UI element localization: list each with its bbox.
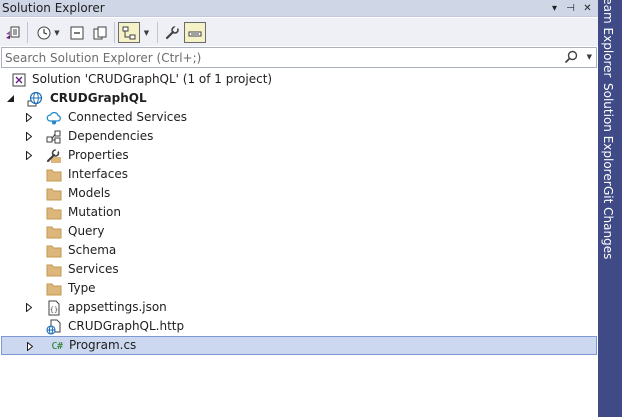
pending-changes-filter-button[interactable]: ▼: [33, 22, 63, 43]
tree-node-folder-query[interactable]: Query: [0, 222, 598, 241]
tree-node-label: Program.cs: [69, 338, 137, 352]
folder-icon: [46, 262, 62, 278]
folder-icon: [46, 224, 62, 240]
properties-button[interactable]: [162, 22, 182, 43]
tab-git-changes[interactable]: Git Changes: [601, 186, 615, 259]
solution-icon: [11, 72, 27, 88]
solution-explorer-panel: Solution Explorer ▾ ⊣ ✕ ▼ ▼ Search Solut…: [0, 0, 598, 417]
tree-node-dependencies[interactable]: Dependencies: [0, 127, 598, 146]
tree-node-appsettings[interactable]: {} appsettings.json: [0, 298, 598, 317]
wrench-icon: [46, 148, 62, 164]
folder-icon: [46, 205, 62, 221]
tab-solution-explorer[interactable]: Solution Explorer: [601, 83, 615, 186]
toolbar-separator: [157, 22, 158, 43]
tree-node-solution[interactable]: Solution 'CRUDGraphQL' (1 of 1 project): [0, 70, 598, 89]
tree-node-label: Interfaces: [68, 167, 128, 181]
tree-node-folder-schema[interactable]: Schema: [0, 241, 598, 260]
toolbar: ▼ ▼: [0, 18, 598, 46]
web-project-icon: [27, 91, 43, 107]
search-icon[interactable]: [564, 50, 578, 64]
tree-node-label: appsettings.json: [68, 300, 167, 314]
tree-node-folder-models[interactable]: Models: [0, 184, 598, 203]
folder-icon: [46, 186, 62, 202]
tree-node-label: Dependencies: [68, 129, 154, 143]
tree-node-folder-type[interactable]: Type: [0, 279, 598, 298]
tree-node-properties[interactable]: Properties: [0, 146, 598, 165]
tree-node-label: Solution 'CRUDGraphQL' (1 of 1 project): [32, 72, 273, 86]
tree-node-label: Mutation: [68, 205, 122, 219]
tree-node-label: Models: [68, 186, 111, 200]
tree-node-label: CRUDGraphQL: [50, 91, 147, 105]
tree-node-label: Query: [68, 224, 105, 238]
tab-team-explorer[interactable]: Team Explorer: [601, 0, 615, 78]
collapse-all-button[interactable]: [67, 22, 87, 43]
tree-node-label: CRUDGraphQL.http: [68, 319, 185, 333]
toolbar-separator: [114, 22, 115, 43]
window-position-dropdown-icon[interactable]: ▾: [547, 0, 562, 17]
clock-icon: [37, 26, 51, 39]
tree-node-label: Services: [68, 262, 119, 276]
preview-icon: [188, 31, 202, 36]
folder-icon: [46, 243, 62, 259]
collapsed-arrow-icon[interactable]: [25, 341, 34, 352]
search-box: ▼: [1, 47, 597, 68]
dependencies-icon: [46, 129, 62, 145]
sync-options-dropdown[interactable]: ▼: [141, 22, 152, 43]
json-file-icon: {}: [46, 300, 62, 316]
search-input[interactable]: [2, 48, 562, 67]
tree-node-connected-services[interactable]: Connected Services: [0, 108, 598, 127]
sync-with-active-document-button[interactable]: [118, 22, 140, 43]
tree-node-folder-interfaces[interactable]: Interfaces: [0, 165, 598, 184]
show-all-files-button[interactable]: [90, 22, 110, 43]
toolbar-separator: [27, 22, 28, 43]
panel-title-bar: Solution Explorer ▾ ⊣ ✕: [0, 0, 598, 17]
http-file-icon: [46, 319, 62, 335]
collapsed-arrow-icon[interactable]: [24, 302, 33, 313]
folder-icon: [46, 281, 62, 297]
tree-node-program-cs[interactable]: C# Program.cs: [1, 336, 597, 355]
tree-node-folder-services[interactable]: Services: [0, 260, 598, 279]
preview-selected-items-button[interactable]: [184, 22, 206, 43]
tree-node-label: Connected Services: [68, 110, 188, 124]
collapse-all-icon: [70, 26, 84, 39]
connected-services-icon: [46, 110, 62, 126]
pin-icon[interactable]: ⊣: [563, 0, 578, 17]
chevron-down-icon: ▼: [54, 28, 60, 37]
close-icon[interactable]: ✕: [580, 0, 595, 17]
tree-node-project[interactable]: CRUDGraphQL: [0, 89, 598, 108]
collapsed-arrow-icon[interactable]: [24, 112, 33, 123]
collapsed-arrow-icon[interactable]: [24, 150, 33, 161]
tree-node-label: Type: [68, 281, 96, 295]
folder-icon: [46, 167, 62, 183]
csharp-file-icon-text: C#: [51, 340, 63, 352]
tree-node-folder-mutation[interactable]: Mutation: [0, 203, 598, 222]
sync-tree-icon: [122, 26, 136, 39]
expanded-arrow-icon[interactable]: [6, 93, 15, 104]
chevron-down-icon: ▼: [143, 28, 150, 37]
switch-views-button[interactable]: [3, 22, 23, 43]
svg-text:{}: {}: [50, 306, 58, 314]
csharp-file-icon: C#: [47, 338, 67, 354]
collapsed-arrow-icon[interactable]: [24, 131, 33, 142]
panel-title: Solution Explorer: [2, 1, 105, 15]
tree-node-label: Properties: [68, 148, 129, 162]
search-options-chevron-icon[interactable]: ▼: [587, 50, 592, 64]
show-all-files-icon: [93, 26, 107, 39]
switch-views-icon: [6, 26, 20, 39]
tree-node-http-file[interactable]: CRUDGraphQL.http: [0, 317, 598, 336]
side-tab-strip: Team Explorer Solution Explorer Git Chan…: [598, 0, 622, 417]
wrench-icon: [165, 24, 179, 39]
tree-node-label: Schema: [68, 243, 117, 257]
